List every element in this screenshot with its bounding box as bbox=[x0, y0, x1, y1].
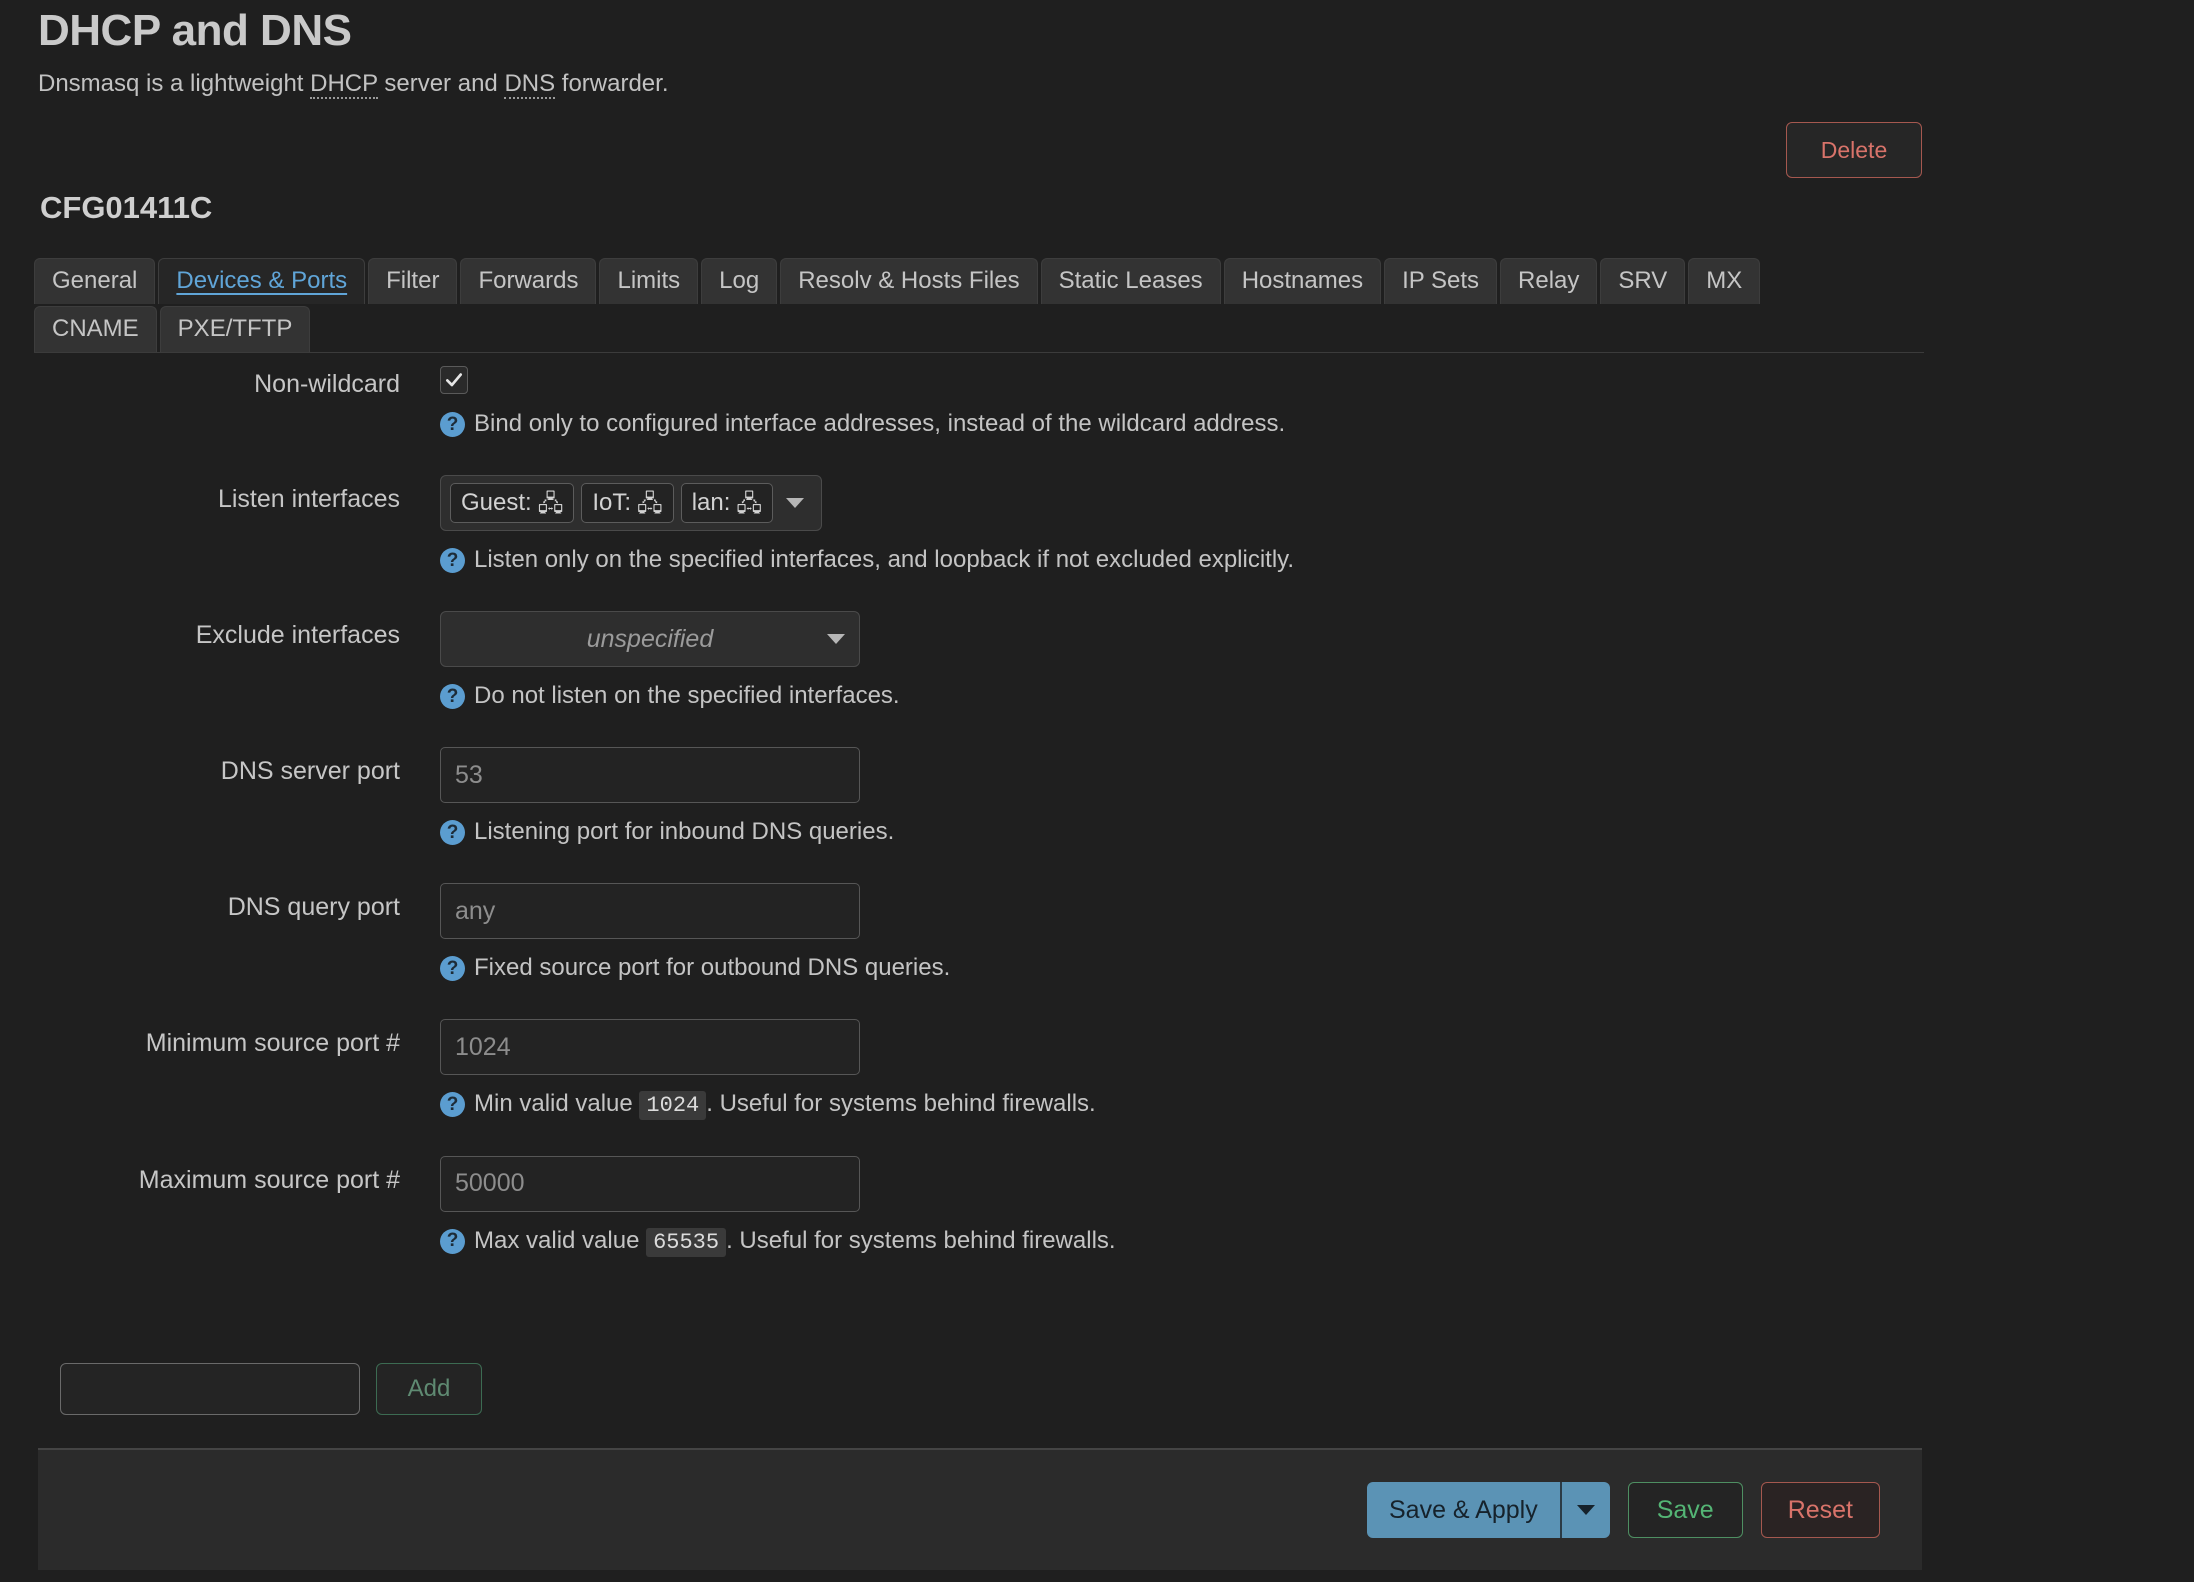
network-icon: 🖧 bbox=[538, 492, 564, 515]
network-icon: 🖧 bbox=[637, 492, 663, 515]
help-text-pre: Max valid value bbox=[474, 1227, 646, 1254]
field-dns-query-port: DNS query port ? Fixed source port for o… bbox=[0, 883, 1922, 983]
save-apply-label: Save & Apply bbox=[1367, 1482, 1562, 1538]
form-action-footer: Save & Apply Save Reset bbox=[38, 1448, 1922, 1570]
label-non-wildcard: Non-wildcard bbox=[0, 360, 400, 399]
dns-server-port-input[interactable] bbox=[440, 747, 860, 803]
token-lan[interactable]: lan: 🖧 bbox=[681, 483, 773, 523]
help-text-post: . Useful for systems behind firewalls. bbox=[726, 1227, 1115, 1254]
subtitle-post: forwarder. bbox=[555, 70, 668, 97]
listen-interfaces-multiselect[interactable]: Guest: 🖧 IoT: 🖧 lan: 🖧 bbox=[440, 475, 822, 531]
help-min-source-port: ? Min valid value 1024. Useful for syste… bbox=[440, 1089, 1922, 1120]
section-id-title: CFG01411C bbox=[40, 190, 212, 226]
subtitle-pre: Dnsmasq is a lightweight bbox=[38, 70, 310, 97]
save-apply-button[interactable]: Save & Apply bbox=[1367, 1482, 1610, 1538]
network-icon: 🖧 bbox=[736, 492, 762, 515]
devices-ports-form: Non-wildcard ? Bind only to configured i… bbox=[0, 360, 1922, 1256]
max-valid-value-code: 65535 bbox=[646, 1228, 726, 1257]
tab-srv[interactable]: SRV bbox=[1600, 258, 1685, 304]
tab-log[interactable]: Log bbox=[701, 258, 777, 304]
tab-hostnames[interactable]: Hostnames bbox=[1224, 258, 1381, 304]
add-button[interactable]: Add bbox=[376, 1363, 482, 1415]
help-icon: ? bbox=[440, 684, 465, 709]
add-entry-row: Add bbox=[60, 1363, 482, 1415]
save-button[interactable]: Save bbox=[1628, 1482, 1743, 1538]
help-exclude-interfaces: ? Do not listen on the specified interfa… bbox=[440, 681, 1922, 711]
chevron-down-icon bbox=[1577, 1505, 1595, 1515]
help-dns-server-port: ? Listening port for inbound DNS queries… bbox=[440, 817, 1922, 847]
field-listen-interfaces: Listen interfaces Guest: 🖧 IoT: 🖧 lan: 🖧 bbox=[0, 475, 1922, 575]
help-icon: ? bbox=[440, 1229, 465, 1254]
min-valid-value-code: 1024 bbox=[639, 1091, 706, 1120]
help-listen-interfaces: ? Listen only on the specified interface… bbox=[440, 545, 1922, 575]
label-dns-query-port: DNS query port bbox=[0, 883, 400, 922]
label-exclude-interfaces: Exclude interfaces bbox=[0, 611, 400, 650]
field-dns-server-port: DNS server port ? Listening port for inb… bbox=[0, 747, 1922, 847]
help-icon: ? bbox=[440, 956, 465, 981]
exclude-interfaces-value: unspecified bbox=[587, 625, 713, 654]
token-label: lan: bbox=[692, 489, 731, 517]
tab-forwards[interactable]: Forwards bbox=[460, 258, 596, 304]
token-label: IoT: bbox=[592, 489, 631, 517]
subtitle-mid: server and bbox=[378, 70, 505, 97]
field-min-source-port: Minimum source port # ? Min valid value … bbox=[0, 1019, 1922, 1120]
tab-static-leases[interactable]: Static Leases bbox=[1041, 258, 1221, 304]
token-iot[interactable]: IoT: 🖧 bbox=[581, 483, 673, 523]
field-non-wildcard: Non-wildcard ? Bind only to configured i… bbox=[0, 360, 1922, 439]
token-guest[interactable]: Guest: 🖧 bbox=[450, 483, 574, 523]
tab-limits[interactable]: Limits bbox=[599, 258, 698, 304]
non-wildcard-checkbox[interactable] bbox=[440, 366, 468, 394]
help-text: Listen only on the specified interfaces,… bbox=[474, 545, 1294, 575]
help-non-wildcard: ? Bind only to configured interface addr… bbox=[440, 409, 1922, 439]
max-source-port-input[interactable] bbox=[440, 1156, 860, 1212]
label-dns-server-port: DNS server port bbox=[0, 747, 400, 786]
page-title: DHCP and DNS bbox=[38, 6, 351, 56]
field-max-source-port: Maximum source port # ? Max valid value … bbox=[0, 1156, 1922, 1257]
tab-resolv-hosts-files[interactable]: Resolv & Hosts Files bbox=[780, 258, 1037, 304]
help-text: Bind only to configured interface addres… bbox=[474, 409, 1285, 439]
page-subtitle: Dnsmasq is a lightweight DHCP server and… bbox=[38, 70, 669, 98]
tab-bar: General Devices & Ports Filter Forwards … bbox=[34, 258, 1924, 353]
help-max-source-port: ? Max valid value 65535. Useful for syst… bbox=[440, 1226, 1922, 1257]
dhcp-abbr: DHCP bbox=[310, 70, 378, 99]
help-text: Do not listen on the specified interface… bbox=[474, 681, 900, 711]
tab-bar-row2: CNAME PXE/TFTP bbox=[34, 306, 1924, 352]
exclude-interfaces-select[interactable]: unspecified bbox=[440, 611, 860, 667]
label-min-source-port: Minimum source port # bbox=[0, 1019, 400, 1058]
dns-query-port-input[interactable] bbox=[440, 883, 860, 939]
help-dns-query-port: ? Fixed source port for outbound DNS que… bbox=[440, 953, 1922, 983]
tab-pxe-tftp[interactable]: PXE/TFTP bbox=[160, 306, 311, 352]
tab-mx[interactable]: MX bbox=[1688, 258, 1760, 304]
save-apply-dropdown-toggle[interactable] bbox=[1562, 1482, 1610, 1538]
token-label: Guest: bbox=[461, 489, 532, 517]
tab-general[interactable]: General bbox=[34, 258, 155, 304]
tab-relay[interactable]: Relay bbox=[1500, 258, 1597, 304]
label-listen-interfaces: Listen interfaces bbox=[0, 475, 400, 514]
reset-button[interactable]: Reset bbox=[1761, 1482, 1880, 1538]
tab-cname[interactable]: CNAME bbox=[34, 306, 157, 352]
help-text: Fixed source port for outbound DNS queri… bbox=[474, 953, 950, 983]
dns-abbr: DNS bbox=[504, 70, 555, 99]
label-max-source-port: Maximum source port # bbox=[0, 1156, 400, 1195]
checkmark-icon bbox=[444, 370, 464, 390]
tab-filter[interactable]: Filter bbox=[368, 258, 457, 304]
help-icon: ? bbox=[440, 820, 465, 845]
chevron-down-icon[interactable] bbox=[827, 634, 845, 644]
tab-ip-sets[interactable]: IP Sets bbox=[1384, 258, 1497, 304]
help-icon: ? bbox=[440, 548, 465, 573]
help-text: Listening port for inbound DNS queries. bbox=[474, 817, 894, 847]
dhcp-dns-config-page: DHCP and DNS Dnsmasq is a lightweight DH… bbox=[0, 0, 2194, 1582]
min-source-port-input[interactable] bbox=[440, 1019, 860, 1075]
field-exclude-interfaces: Exclude interfaces unspecified ? Do not … bbox=[0, 611, 1922, 711]
help-text-pre: Min valid value bbox=[474, 1090, 639, 1117]
help-icon: ? bbox=[440, 1092, 465, 1117]
help-icon: ? bbox=[440, 412, 465, 437]
add-entry-input[interactable] bbox=[60, 1363, 360, 1415]
chevron-down-icon[interactable] bbox=[786, 498, 804, 508]
tab-devices-ports[interactable]: Devices & Ports bbox=[158, 258, 365, 304]
help-text-post: . Useful for systems behind firewalls. bbox=[706, 1090, 1095, 1117]
delete-button[interactable]: Delete bbox=[1786, 122, 1922, 178]
